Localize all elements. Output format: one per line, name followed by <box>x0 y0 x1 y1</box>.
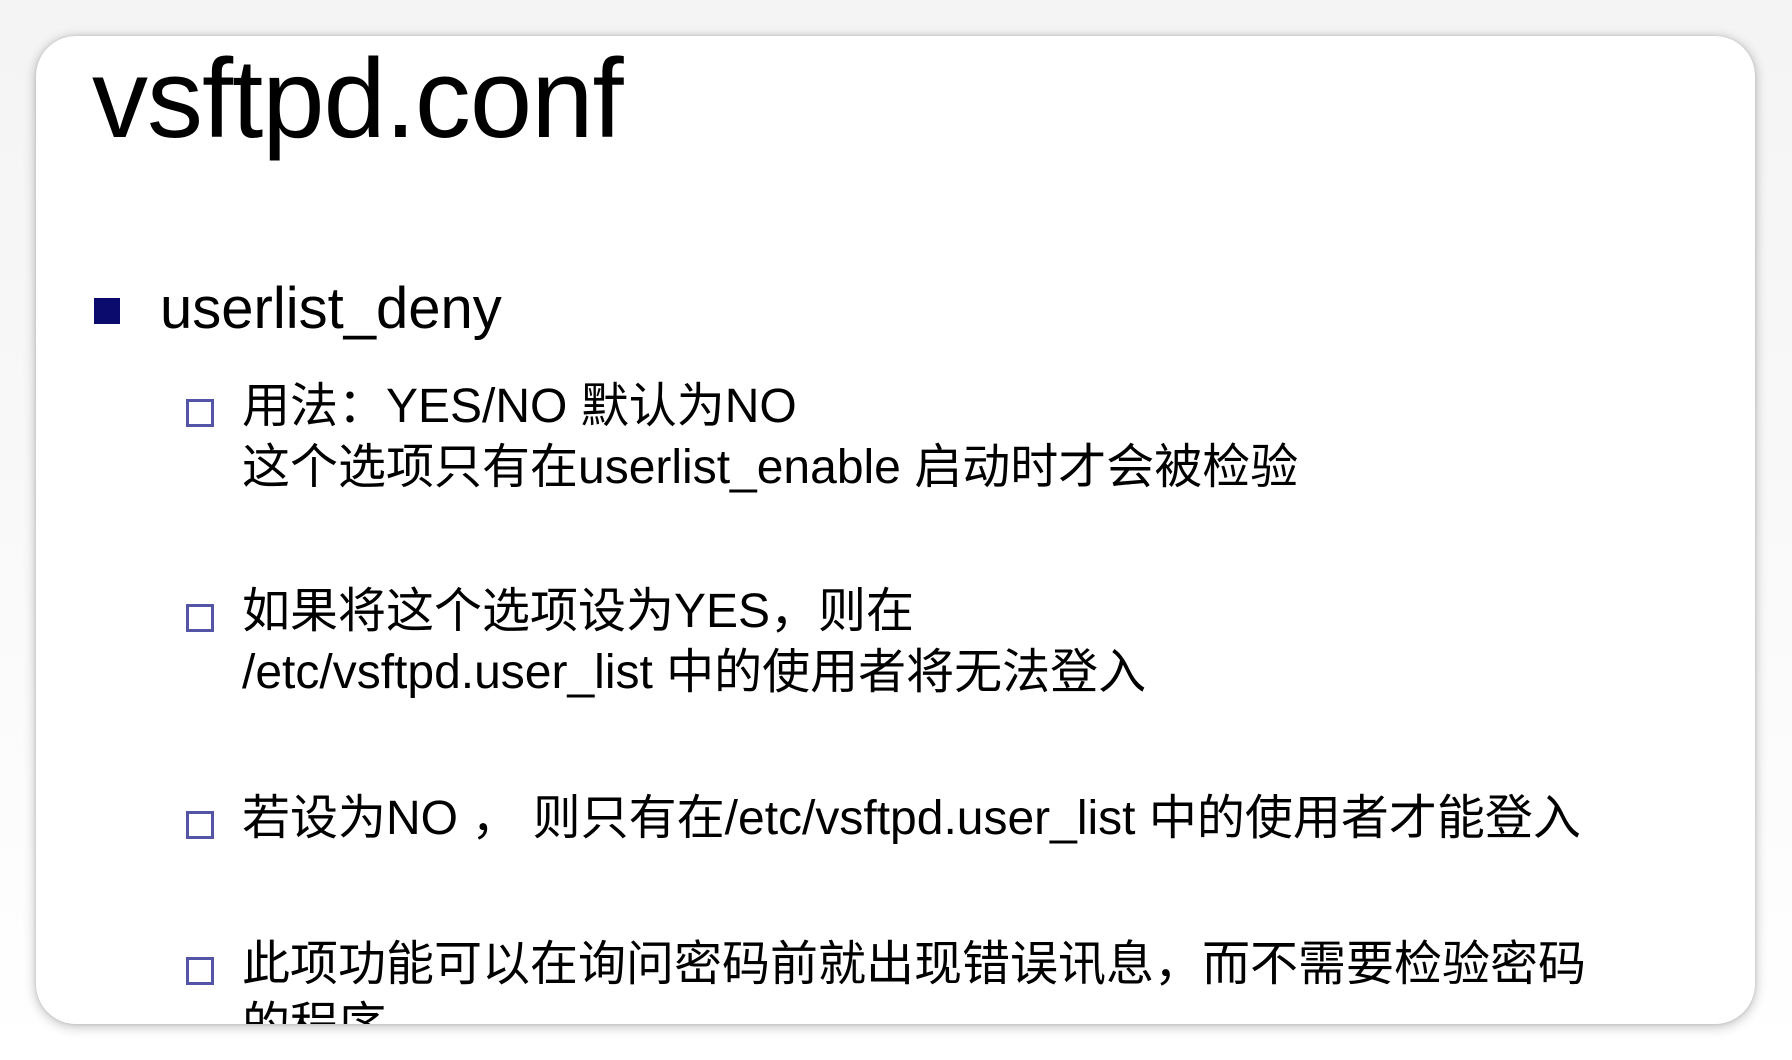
sub-bullet-text: 用法：YES/NO 默认为NO 这个选项只有在userlist_enable 启… <box>242 380 1299 494</box>
sub-bullet-text: 若设为NO ， 则只有在/etc/vsftpd.user_list 中的使用者才… <box>242 792 1581 845</box>
sub-bullet-usage: 用法：YES/NO 默认为NO 这个选项只有在userlist_enable 启… <box>186 376 1298 498</box>
main-bullet: userlist_deny <box>94 274 502 344</box>
hollow-square-bullet-icon <box>186 399 214 427</box>
filled-square-bullet-icon <box>94 297 120 324</box>
hollow-square-bullet-icon <box>186 957 214 985</box>
sub-bullet-feature: 此项功能可以在询问密码前就出现错误讯息，而不需要检验密码 的程序 <box>186 934 1676 1024</box>
sub-bullet-no: 若设为NO ， 则只有在/etc/vsftpd.user_list 中的使用者才… <box>186 788 1581 849</box>
hollow-square-bullet-icon <box>186 811 214 839</box>
sub-bullet-text: 如果将这个选项设为YES，则在 /etc/vsftpd.user_list 中的… <box>242 585 1147 699</box>
main-bullet-label: userlist_deny <box>160 276 502 341</box>
sub-bullet-text: 此项功能可以在询问密码前就出现错误讯息，而不需要检验密码 的程序 <box>242 938 1587 1024</box>
hollow-square-bullet-icon <box>186 604 214 632</box>
slide-title: vsftpd.conf <box>92 36 624 161</box>
sub-bullet-yes: 如果将这个选项设为YES，则在 /etc/vsftpd.user_list 中的… <box>186 581 1146 703</box>
slide-card: vsftpd.conf userlist_deny 用法：YES/NO 默认为N… <box>36 36 1755 1024</box>
